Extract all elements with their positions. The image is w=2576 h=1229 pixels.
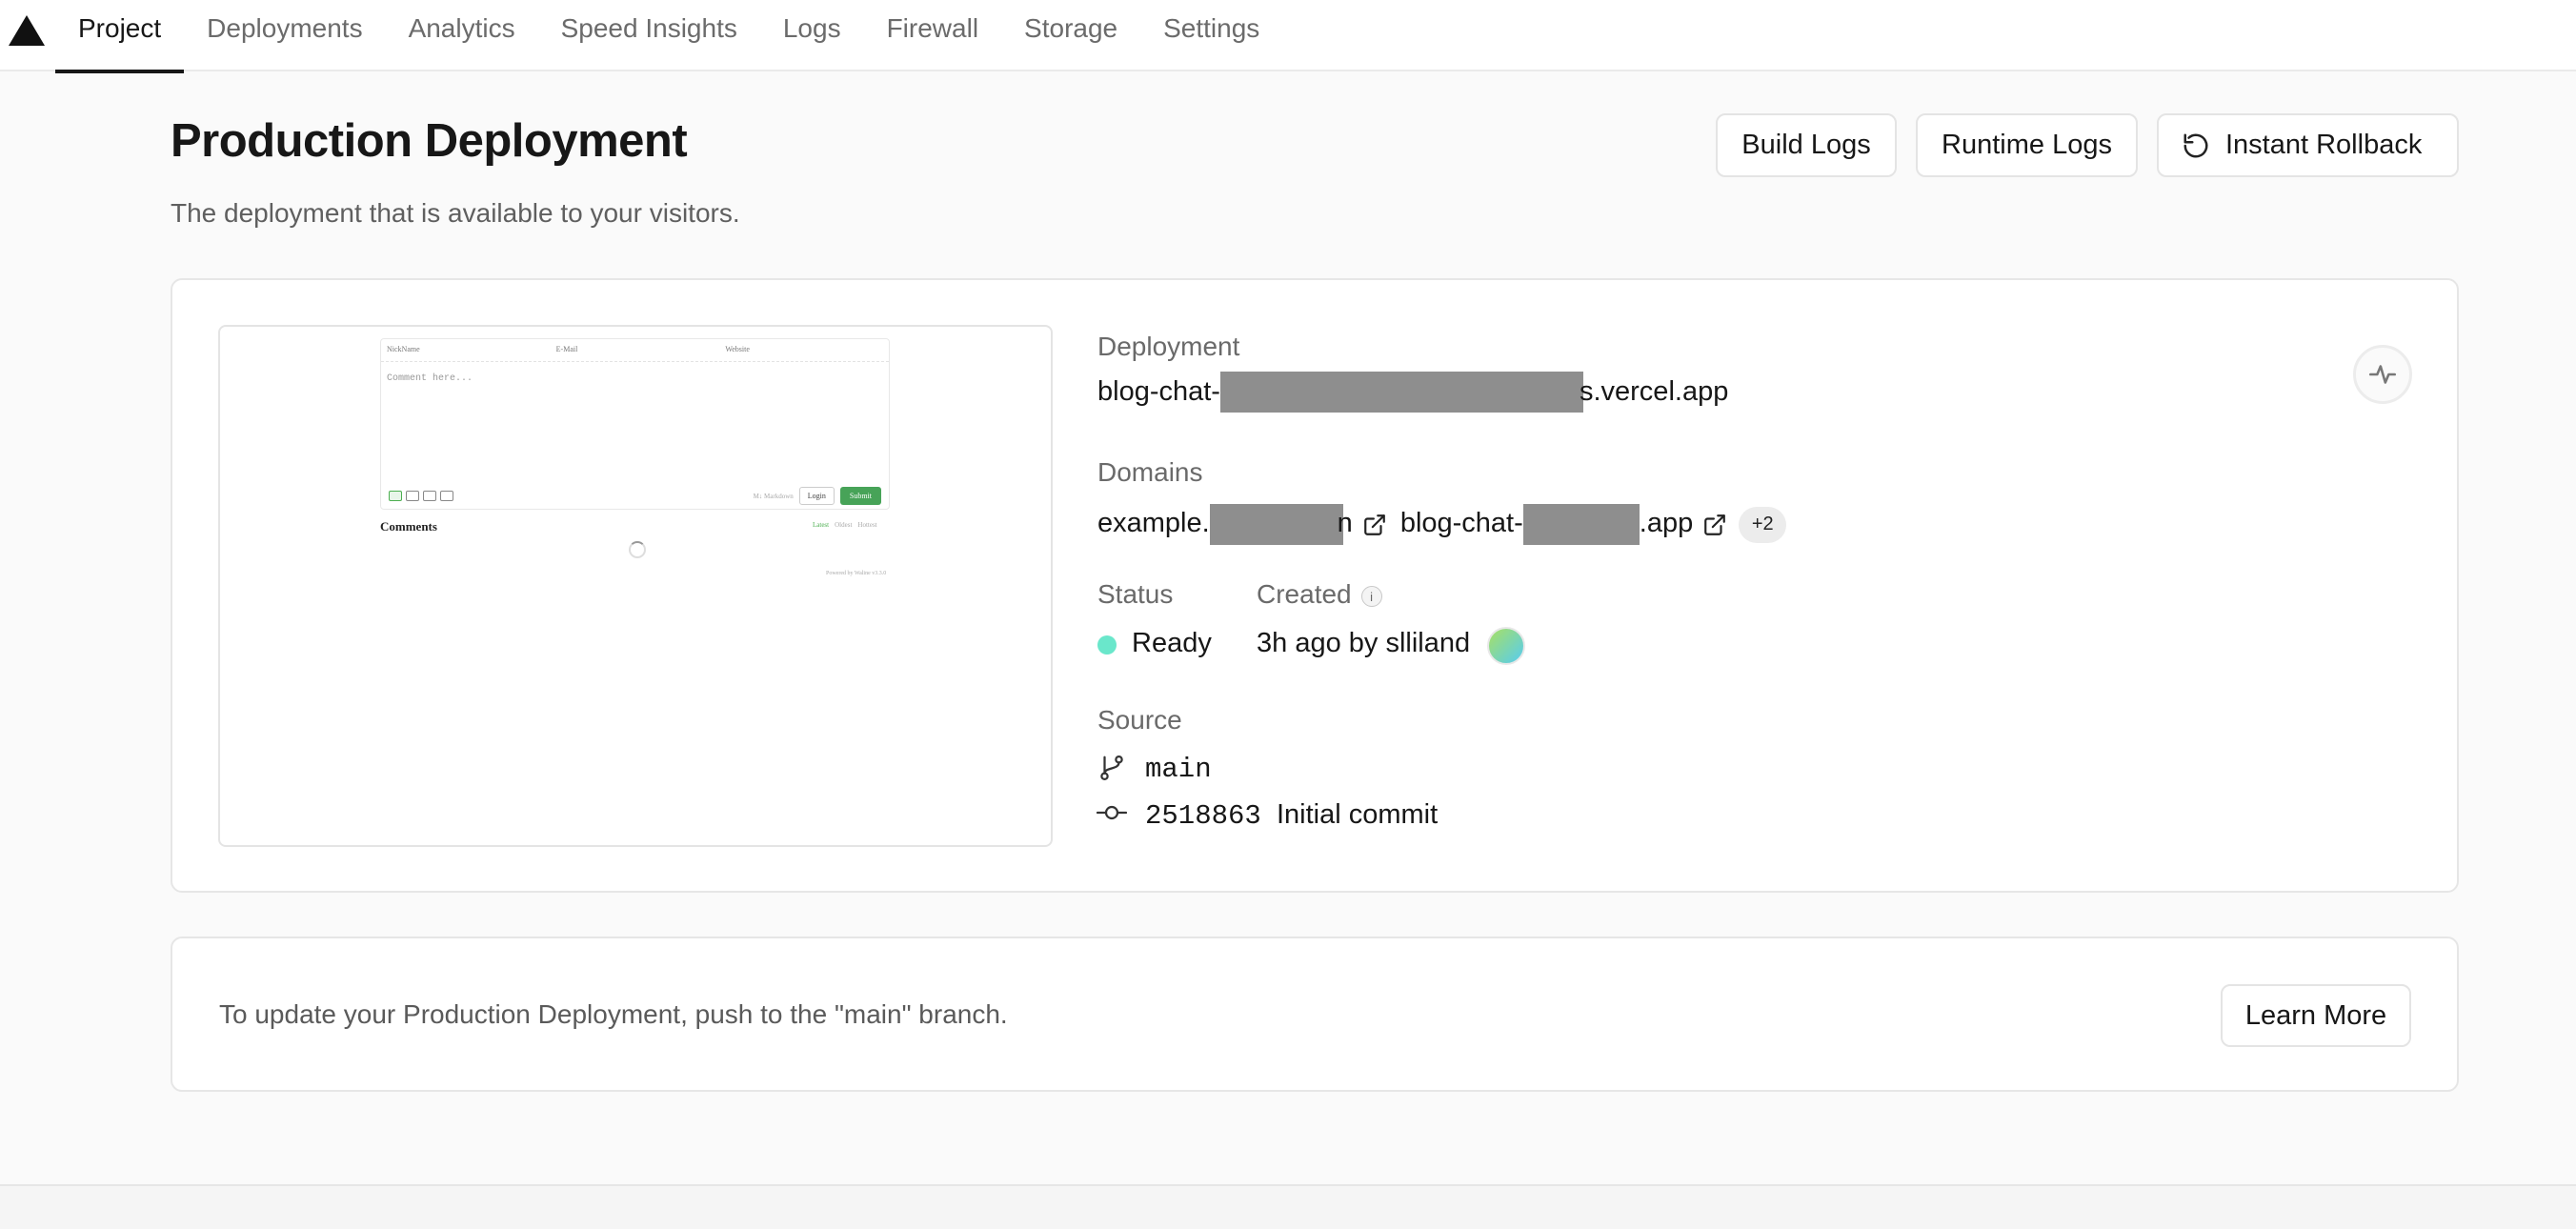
top-nav: Project Deployments Analytics Speed Insi… (0, 0, 2576, 73)
image-icon (423, 491, 436, 501)
source-label: Source (1097, 705, 1182, 735)
tab-logs[interactable]: Logs (760, 0, 864, 71)
preview-field-nickname: NickName (387, 345, 420, 353)
tab-storage[interactable]: Storage (1001, 0, 1140, 71)
status-ready-dot (1097, 635, 1117, 655)
domains-list: example. n blog-chat- .app +2 (1097, 504, 1787, 545)
preview-icon (440, 491, 453, 501)
deployment-url-suffix: s.vercel.app (1579, 376, 1729, 407)
production-update-notice: To update your Production Deployment, pu… (171, 937, 2459, 1092)
redacted-block (1219, 372, 1583, 413)
loading-spinner-icon (629, 541, 646, 558)
redacted-block (1209, 504, 1343, 545)
avatar[interactable] (1487, 627, 1525, 665)
notice-text: To update your Production Deployment, pu… (219, 999, 1008, 1029)
runtime-logs-button[interactable]: Runtime Logs (1916, 113, 2138, 177)
tab-speed-insights[interactable]: Speed Insights (538, 0, 760, 71)
status-label: Status (1097, 579, 1174, 609)
preview-comments-title: Comments (380, 519, 437, 534)
domain-2-suffix: .app (1639, 508, 1694, 539)
info-icon[interactable]: i (1360, 585, 1382, 607)
redacted-block (1522, 504, 1640, 545)
preview-submit-button: Submit (839, 487, 881, 505)
deployment-label: Deployment (1097, 332, 1240, 361)
preview-powered-by: Powered by Waline v3.3.0 (826, 571, 887, 576)
runtime-logs-label: Runtime Logs (1942, 130, 2112, 160)
footer-area (0, 1186, 2576, 1229)
page-subtitle: The deployment that is available to your… (171, 198, 740, 228)
vercel-logo-icon[interactable] (8, 13, 46, 48)
domains-label: Domains (1097, 457, 1203, 487)
preview-toolbar (389, 491, 453, 501)
git-commit-icon (1097, 805, 1127, 820)
external-link-icon[interactable] (1362, 513, 1387, 537)
preview-sort-oldest: Oldest (835, 521, 853, 529)
commit-hash: 2518863 (1145, 800, 1261, 832)
page-title: Production Deployment (171, 115, 688, 167)
preview-markdown-hint: M↓ Markdown (753, 492, 794, 500)
domain-link-2[interactable]: blog-chat- .app (1400, 504, 1693, 545)
commit-message: Initial commit (1276, 799, 1439, 830)
tab-analytics[interactable]: Analytics (386, 0, 538, 71)
preview-field-website: Website (725, 345, 750, 353)
tab-deployments[interactable]: Deployments (184, 0, 385, 71)
status-value: Ready (1132, 628, 1212, 658)
preview-login-button: Login (798, 487, 835, 505)
created-label-group: Created i (1257, 579, 1382, 610)
tab-settings[interactable]: Settings (1140, 0, 1282, 71)
commit-info[interactable]: 2518863 Initial commit (1145, 799, 1438, 832)
observability-button[interactable] (2353, 345, 2412, 404)
build-logs-button[interactable]: Build Logs (1716, 113, 1897, 177)
markdown-icon (389, 491, 402, 501)
preview-sort-latest: Latest (813, 521, 830, 529)
domain-2-prefix: blog-chat- (1399, 508, 1523, 539)
git-branch-icon (1100, 756, 1123, 780)
created-label: Created (1257, 579, 1352, 609)
deployment-url-prefix: blog-chat- (1097, 376, 1220, 407)
deployment-card: NickName E-Mail Website Comment here... … (171, 278, 2459, 893)
instant-rollback-button[interactable]: Instant Rollback (2157, 113, 2459, 177)
learn-more-button[interactable]: Learn More (2221, 984, 2411, 1047)
preview-field-email: E-Mail (555, 345, 578, 353)
tab-project[interactable]: Project (55, 0, 185, 73)
tab-firewall[interactable]: Firewall (864, 0, 1001, 71)
activity-pulse-icon (2368, 365, 2397, 384)
domain-link-1[interactable]: example. n (1097, 504, 1353, 545)
created-value: 3h ago by slliland (1257, 628, 1471, 658)
preview-sort: Latest Oldest Hottest (813, 521, 877, 529)
preview-comment-form: NickName E-Mail Website Comment here... … (380, 338, 890, 510)
learn-more-label: Learn More (2244, 999, 2387, 1031)
instant-rollback-label: Instant Rollback (2225, 130, 2423, 160)
branch-name-link[interactable]: main (1145, 754, 1212, 785)
deployment-url-link[interactable]: blog-chat-s.vercel.app (1097, 372, 1728, 413)
gif-icon (406, 491, 419, 501)
external-link-icon[interactable] (1702, 513, 1727, 537)
preview-comment-placeholder: Comment here... (387, 373, 473, 384)
build-logs-label: Build Logs (1741, 130, 1871, 160)
nav-tabs: Project Deployments Analytics Speed Insi… (55, 0, 1282, 73)
more-domains-badge[interactable]: +2 (1739, 506, 1787, 543)
preview-sort-hottest: Hottest (857, 521, 877, 529)
domain-1-prefix: example. (1097, 508, 1210, 539)
deployment-preview[interactable]: NickName E-Mail Website Comment here... … (218, 325, 1053, 847)
domain-1-suffix: n (1337, 508, 1353, 539)
rollback-icon (2184, 133, 2208, 157)
